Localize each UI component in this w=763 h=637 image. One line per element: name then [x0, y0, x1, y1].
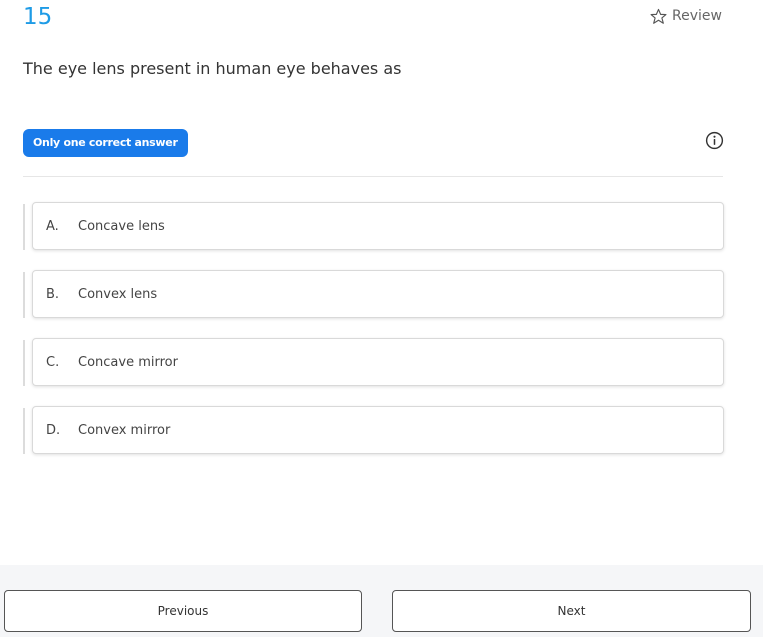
info-circle-icon[interactable]: [705, 131, 724, 150]
option-letter: C.: [46, 354, 60, 370]
option-a[interactable]: A. Concave lens: [32, 202, 724, 250]
question-text: The eye lens present in human eye behave…: [23, 59, 402, 78]
option-indicator-bar: [23, 204, 25, 250]
question-page: 15 Review The eye lens present in human …: [0, 0, 763, 637]
option-letter: A.: [46, 218, 59, 234]
option-indicator-bar: [23, 272, 25, 318]
review-button[interactable]: Review: [650, 6, 722, 26]
option-row-a: A. Concave lens: [23, 202, 724, 250]
option-letter: D.: [46, 422, 61, 438]
divider: [23, 176, 723, 177]
star-outline-icon: [650, 8, 667, 25]
option-letter: B.: [46, 286, 60, 302]
options-list: A. Concave lens B. Convex lens C. Concav…: [23, 202, 724, 474]
question-number: 15: [23, 4, 53, 30]
previous-button[interactable]: Previous: [4, 590, 362, 632]
option-b[interactable]: B. Convex lens: [32, 270, 724, 318]
answer-type-badge: Only one correct answer: [23, 129, 188, 157]
option-text: Convex lens: [78, 286, 158, 302]
option-indicator-bar: [23, 340, 25, 386]
review-label: Review: [672, 8, 722, 24]
option-text: Concave mirror: [78, 354, 178, 370]
navigation-footer: Previous Next: [0, 565, 763, 637]
option-indicator-bar: [23, 408, 25, 454]
option-row-d: D. Convex mirror: [23, 406, 724, 454]
option-c[interactable]: C. Concave mirror: [32, 338, 724, 386]
option-text: Convex mirror: [78, 422, 171, 438]
option-row-c: C. Concave mirror: [23, 338, 724, 386]
next-button[interactable]: Next: [392, 590, 751, 632]
option-d[interactable]: D. Convex mirror: [32, 406, 724, 454]
option-text: Concave lens: [78, 218, 165, 234]
option-row-b: B. Convex lens: [23, 270, 724, 318]
